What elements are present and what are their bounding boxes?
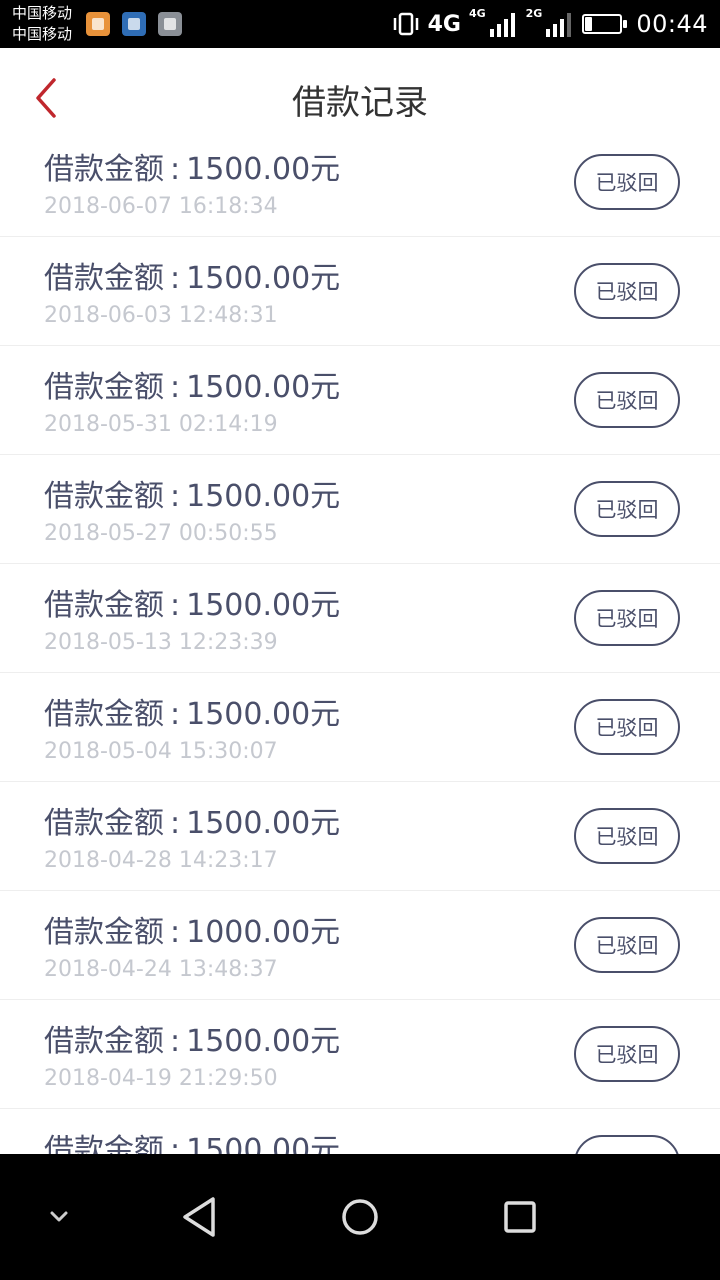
page-title: 借款记录 xyxy=(292,83,428,123)
back-triangle-icon[interactable] xyxy=(175,1192,225,1242)
loan-status-button[interactable]: 已驳回 xyxy=(574,917,680,973)
carrier-info: 中国移动 中国移动 xyxy=(12,3,72,45)
loan-amount-label: 借款金额 xyxy=(44,588,164,623)
loan-status-button[interactable]: 已驳回 xyxy=(574,699,680,755)
loan-record-time: 2018-06-03 12:48:31 xyxy=(44,303,278,328)
loan-status-button[interactable] xyxy=(574,1135,680,1154)
loan-record-row[interactable]: 借款金额:1500.00元 2018-05-04 15:30:07 已驳回 xyxy=(0,673,720,782)
loan-record-row[interactable]: 借款金额:1500.00元 2018-05-27 00:50:55 已驳回 xyxy=(0,455,720,564)
loan-status-button[interactable]: 已驳回 xyxy=(574,590,680,646)
loan-amount-separator: : xyxy=(170,261,181,296)
loan-record-time: 2018-05-04 15:30:07 xyxy=(44,739,278,764)
network-type-label: 4G xyxy=(427,11,461,37)
loan-amount-separator: : xyxy=(170,1133,181,1154)
loan-record-time: 2018-04-24 13:48:37 xyxy=(44,957,278,982)
home-circle-icon[interactable] xyxy=(335,1192,385,1242)
loan-amount-separator: : xyxy=(170,915,181,950)
loan-record-row[interactable]: 借款金额:1500.00元 xyxy=(0,1109,720,1154)
clock: 00:44 xyxy=(636,10,708,38)
status-indicators: 4G 4G 2G 00:44 xyxy=(392,0,708,48)
loan-amount-label: 借款金额 xyxy=(44,152,164,187)
navigation-bar xyxy=(0,1154,720,1280)
loan-amount-line: 借款金额:1000.00元 xyxy=(44,907,340,951)
loan-amount-value: 1000.00元 xyxy=(186,915,341,950)
carrier-2: 中国移动 xyxy=(12,25,73,43)
loan-amount-value: 1500.00元 xyxy=(186,370,341,405)
recents-square-icon[interactable] xyxy=(495,1192,545,1242)
squirrel-app-icon xyxy=(86,12,110,36)
status-bar: 中国移动 中国移动 4G 4G 2G 00:44 xyxy=(0,0,720,48)
network-type-small: 4G xyxy=(468,7,486,20)
loan-amount-separator: : xyxy=(170,370,181,405)
chevron-down-icon[interactable] xyxy=(34,1192,84,1242)
loan-record-row[interactable]: 借款金额:1500.00元 2018-05-13 12:23:39 已驳回 xyxy=(0,564,720,673)
loan-amount-line: 借款金额:1500.00元 xyxy=(44,580,340,624)
loan-amount-line: 借款金额:1500.00元 xyxy=(44,689,340,733)
loan-amount-value: 1500.00元 xyxy=(186,588,341,623)
loan-amount-value: 1500.00元 xyxy=(186,152,341,187)
vibrate-icon xyxy=(393,12,418,36)
loan-amount-value: 1500.00元 xyxy=(186,806,341,841)
loan-record-row[interactable]: 借款金额:1000.00元 2018-04-24 13:48:37 已驳回 xyxy=(0,891,720,1000)
loan-record-time: 2018-05-31 02:14:19 xyxy=(44,412,278,437)
loan-record-row[interactable]: 借款金额:1500.00元 2018-05-31 02:14:19 已驳回 xyxy=(0,346,720,455)
loan-amount-separator: : xyxy=(170,806,181,841)
loan-record-list[interactable]: 借款金额:1500.00元 2018-06-07 16:18:34 已驳回 借款金额:… xyxy=(0,128,720,1154)
signal-icon-2 xyxy=(546,13,572,37)
loan-status-button[interactable]: 已驳回 xyxy=(574,263,680,319)
loan-amount-line: 借款金额:1500.00元 xyxy=(44,798,340,842)
network-type-small-2: 2G xyxy=(525,7,543,20)
loan-amount-value: 1500.00元 xyxy=(186,479,341,514)
loan-amount-label: 借款金额 xyxy=(44,697,164,732)
loan-amount-label: 借款金额 xyxy=(44,370,164,405)
loan-amount-separator: : xyxy=(170,697,181,732)
loan-amount-value: 1500.00元 xyxy=(186,1133,341,1154)
loan-record-time: 2018-04-28 14:23:17 xyxy=(44,848,278,873)
loan-amount-separator: : xyxy=(170,479,181,514)
loan-record-time: 2018-06-07 16:18:34 xyxy=(44,194,278,219)
signal-icon xyxy=(489,13,515,37)
loan-amount-line: 借款金额:1500.00元 xyxy=(44,471,340,515)
loan-amount-value: 1500.00元 xyxy=(186,261,341,296)
loan-status-button[interactable]: 已驳回 xyxy=(574,154,680,210)
loan-record-row[interactable]: 借款金额:1500.00元 2018-06-07 16:18:34 已驳回 xyxy=(0,128,720,237)
loan-status-button[interactable]: 已驳回 xyxy=(574,1026,680,1082)
battery-icon xyxy=(582,12,628,36)
loan-amount-label: 借款金额 xyxy=(44,1024,164,1059)
loan-amount-label: 借款金额 xyxy=(44,806,164,841)
carrier-1: 中国移动 xyxy=(12,4,73,22)
loan-record-row[interactable]: 借款金额:1500.00元 2018-06-03 12:48:31 已驳回 xyxy=(0,237,720,346)
loan-status-button[interactable]: 已驳回 xyxy=(574,481,680,537)
loan-amount-value: 1500.00元 xyxy=(186,697,341,732)
loan-amount-label: 借款金额 xyxy=(44,1133,164,1154)
loan-amount-label: 借款金额 xyxy=(44,261,164,296)
loan-amount-line: 借款金额:1500.00元 xyxy=(44,144,340,188)
loan-amount-label: 借款金额 xyxy=(44,915,164,950)
loan-status-button[interactable]: 已驳回 xyxy=(574,372,680,428)
loan-record-time: 2018-05-13 12:23:39 xyxy=(44,630,278,655)
loan-amount-line: 借款金额:1500.00元 xyxy=(44,1016,340,1060)
loan-amount-line: 借款金额:1500.00元 xyxy=(44,253,340,297)
health-app-icon xyxy=(122,12,146,36)
loan-status-button[interactable]: 已驳回 xyxy=(574,808,680,864)
loan-amount-line: 借款金额:1500.00元 xyxy=(44,362,340,406)
gallery-app-icon xyxy=(158,12,182,36)
loan-record-time: 2018-05-27 00:50:55 xyxy=(44,521,278,546)
loan-record-row[interactable]: 借款金额:1500.00元 2018-04-28 14:23:17 已驳回 xyxy=(0,782,720,891)
loan-amount-separator: : xyxy=(170,1024,181,1059)
loan-amount-value: 1500.00元 xyxy=(186,1024,341,1059)
loan-amount-separator: : xyxy=(170,588,181,623)
loan-record-row[interactable]: 借款金额:1500.00元 2018-04-19 21:29:50 已驳回 xyxy=(0,1000,720,1109)
loan-amount-label: 借款金额 xyxy=(44,479,164,514)
loan-amount-separator: : xyxy=(170,152,181,187)
loan-amount-line: 借款金额:1500.00元 xyxy=(44,1125,340,1154)
loan-record-time: 2018-04-19 21:29:50 xyxy=(44,1066,278,1091)
